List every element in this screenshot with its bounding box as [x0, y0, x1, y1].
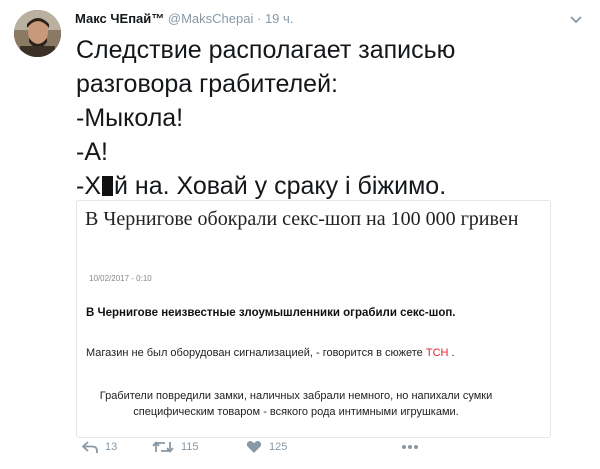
avatar[interactable]: [14, 10, 61, 57]
reply-count: 13: [105, 441, 118, 453]
card-lead: В Чернигове неизвестные злоумышленники о…: [86, 307, 456, 319]
reply-button[interactable]: 13: [82, 440, 117, 454]
tweet-line-last: -Х й на. Ховай у сраку і біжимо.: [76, 169, 576, 203]
card-p1-end: .: [448, 347, 455, 359]
card-title[interactable]: В Чернигове обокрали секс-шоп на 100 000…: [85, 204, 545, 234]
tweet-line: Следствие располагает записью: [76, 36, 456, 64]
card-paragraph: Магазин не был оборудован сигнализацией,…: [86, 347, 455, 359]
retweet-count: 115: [181, 441, 199, 453]
chevron-down-icon[interactable]: [569, 12, 583, 24]
separator: ·: [256, 11, 262, 26]
heart-icon: [246, 440, 269, 454]
tsn-link[interactable]: ТСН: [426, 347, 449, 359]
timestamp[interactable]: 19 ч.: [265, 11, 293, 26]
retweet-icon: [152, 440, 181, 454]
tweet-header: Макс ЧЕпай™ @MaksChepai · 19 ч.: [75, 11, 293, 26]
last-line-end: й на. Ховай у сраку і біжимо.: [114, 172, 447, 200]
censor-block: [102, 176, 113, 196]
last-line-start: -Х: [76, 172, 101, 200]
card-p1-text: Магазин не был оборудован сигнализацией,…: [86, 347, 426, 359]
link-card[interactable]: В Чернигове обокрали секс-шоп на 100 000…: [76, 200, 551, 438]
tweet-line: -А!: [76, 138, 108, 166]
tweet-line: разговора грабителей:: [76, 70, 338, 98]
reply-icon: [82, 440, 105, 454]
tweet-text: Следствие располагает записью разговора …: [76, 33, 576, 203]
retweet-button[interactable]: 115: [152, 440, 199, 454]
like-count: 125: [269, 441, 288, 453]
author-name[interactable]: Макс ЧЕпай™: [75, 11, 164, 26]
more-icon[interactable]: [401, 440, 419, 457]
author-handle[interactable]: @MaksChepai: [168, 11, 253, 26]
card-paragraph-2: Грабители повредили замки, наличных забр…: [99, 390, 493, 418]
like-button[interactable]: 125: [246, 440, 287, 454]
card-date: 10/02/2017 - 0:10: [89, 274, 152, 283]
tweet-line: -Мыкола!: [76, 104, 184, 132]
